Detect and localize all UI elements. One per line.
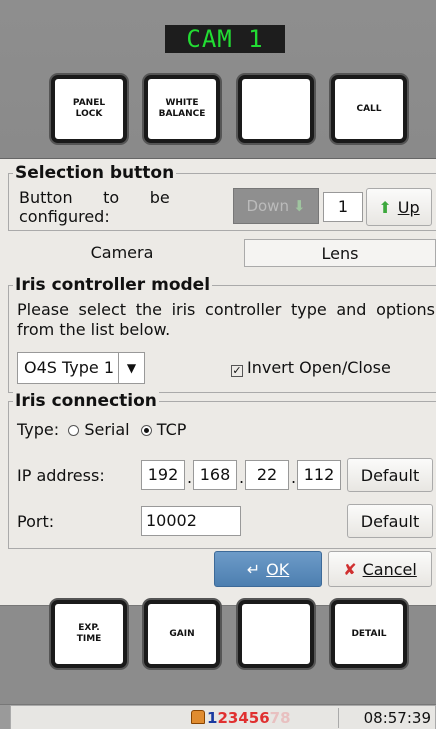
connection-type-row: Type: Serial TCP xyxy=(17,420,186,439)
iris-connection-group: Iris connection Type: Serial TCP IP addr… xyxy=(8,392,436,549)
ip-octet-4[interactable]: 112 xyxy=(297,460,341,490)
blank-key-button[interactable] xyxy=(238,75,314,143)
ip-dot-2: . xyxy=(239,468,245,487)
panel-lock-button[interactable]: PANEL LOCK xyxy=(51,75,127,143)
radio-on-icon xyxy=(140,425,152,436)
exp-time-button[interactable]: EXP. TIME xyxy=(51,600,127,668)
tab-camera[interactable]: Camera xyxy=(0,239,244,267)
camera-number-4[interactable]: 4 xyxy=(238,709,248,727)
up-button[interactable]: ⬆ Up xyxy=(366,188,432,226)
detail-button[interactable]: DETAIL xyxy=(331,600,407,668)
arrow-up-icon: ⬆ xyxy=(378,197,392,217)
cancel-button[interactable]: ✘ Cancel xyxy=(328,551,432,587)
port-label: Port: xyxy=(17,512,55,531)
serial-radio[interactable]: Serial xyxy=(68,420,130,439)
type-label: Type: xyxy=(17,420,60,439)
iris-controller-select[interactable]: O4S Type 1 ▼ xyxy=(17,352,145,384)
selection-button-group: Selection button Button to be configured… xyxy=(8,164,436,231)
gain-button[interactable]: GAIN xyxy=(144,600,220,668)
up-label: Up xyxy=(397,197,420,217)
status-separator xyxy=(338,708,339,728)
invert-open-close-checkbox[interactable]: ✓ Invert Open/Close xyxy=(231,358,391,377)
checkbox-checked-icon: ✓ xyxy=(231,364,243,377)
selection-group-title: Selection button xyxy=(13,163,177,183)
camera-number-5[interactable]: 5 xyxy=(249,709,259,727)
down-button[interactable]: Down ⬇ xyxy=(233,188,319,224)
blank-key-button-2[interactable] xyxy=(238,600,314,668)
ip-octet-3[interactable]: 22 xyxy=(245,460,289,490)
ip-dot-3: . xyxy=(291,468,297,487)
ip-dot-1: . xyxy=(187,468,193,487)
bottom-panel: EXP. TIME GAIN DETAIL xyxy=(0,600,436,704)
ip-default-button[interactable]: Default xyxy=(347,458,433,492)
camera-number-3[interactable]: 3 xyxy=(228,709,238,727)
clock: 08:57:39 xyxy=(363,709,431,727)
camera-number-8: 8 xyxy=(280,709,291,727)
cancel-label: Cancel xyxy=(362,559,417,579)
camera-title: CAM 1 xyxy=(165,25,285,53)
arrow-down-icon: ⬇ xyxy=(292,197,306,215)
iris-controller-selected: O4S Type 1 xyxy=(24,358,115,377)
chevron-down-icon: ▼ xyxy=(118,353,144,383)
enter-icon: ↵ xyxy=(246,559,261,579)
status-bar: 12345678 08:57:39 xyxy=(0,704,436,729)
camera-number-1[interactable]: 1 xyxy=(207,709,217,727)
ip-address-label: IP address: xyxy=(17,466,105,485)
serial-label: Serial xyxy=(84,420,130,439)
down-label: Down xyxy=(246,197,289,215)
camera-numbers: 12345678 xyxy=(207,709,291,727)
cancel-x-icon: ✘ xyxy=(343,559,357,579)
port-field[interactable]: 10002 xyxy=(141,506,241,536)
top-panel: CAM 1 PANEL LOCK WHITE BALANCE CALL xyxy=(0,0,436,158)
configuration-dialog: Selection button Button to be configured… xyxy=(0,158,436,606)
iris-controller-model-group: Iris controller model Please select the … xyxy=(8,276,436,393)
bell-icon xyxy=(191,710,205,724)
radio-off-icon xyxy=(68,425,80,436)
iris-connection-group-title: Iris connection xyxy=(13,391,159,411)
status-inner: 12345678 08:57:39 xyxy=(10,705,436,729)
white-balance-button[interactable]: WHITE BALANCE xyxy=(144,75,220,143)
ip-octet-2[interactable]: 168 xyxy=(193,460,237,490)
camera-number-2[interactable]: 2 xyxy=(217,709,227,727)
port-default-button[interactable]: Default xyxy=(347,504,433,538)
iris-model-group-title: Iris controller model xyxy=(13,275,213,295)
button-number-field[interactable]: 1 xyxy=(323,192,363,222)
button-configured-label-line1: Button to be xyxy=(19,188,170,207)
camera-number-6[interactable]: 6 xyxy=(259,709,269,727)
ok-label: OK xyxy=(266,559,290,579)
call-button[interactable]: CALL xyxy=(331,75,407,143)
tcp-radio[interactable]: TCP xyxy=(140,420,187,439)
ok-button[interactable]: ↵ OK xyxy=(214,551,322,587)
button-configured-label-line2: configured: xyxy=(19,207,110,226)
tab-lens[interactable]: Lens xyxy=(244,239,436,267)
tcp-label: TCP xyxy=(156,420,187,439)
camera-number-7: 7 xyxy=(269,709,281,727)
iris-model-description: Please select the iris controller type a… xyxy=(17,300,435,339)
ip-octet-1[interactable]: 192 xyxy=(141,460,185,490)
invert-label: Invert Open/Close xyxy=(247,358,391,377)
